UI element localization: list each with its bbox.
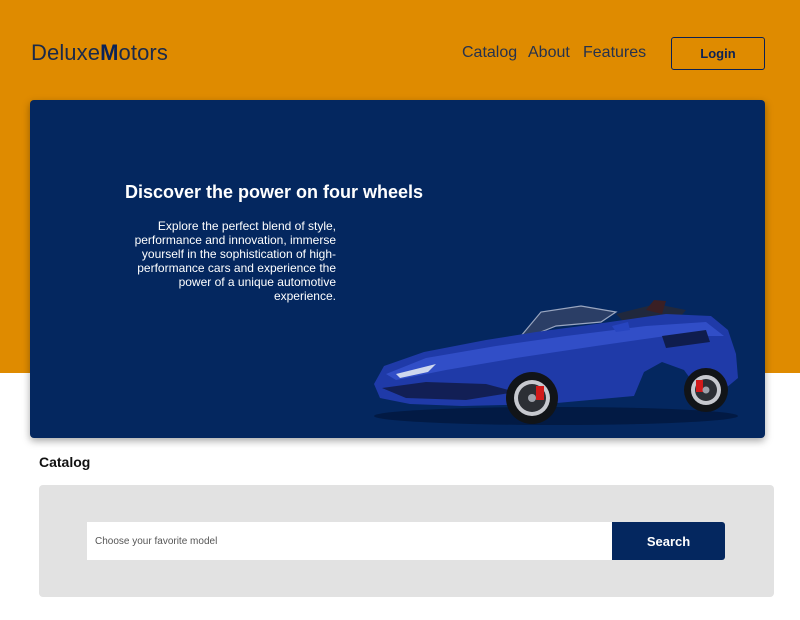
- nav-link-catalog[interactable]: Catalog: [462, 44, 517, 62]
- hero-description: Explore the perfect blend of style, perf…: [134, 219, 336, 303]
- search-button[interactable]: Search: [612, 522, 725, 560]
- hero-banner: Discover the power on four wheels Explor…: [30, 100, 765, 438]
- search-input[interactable]: [87, 522, 613, 560]
- sports-car-image: [374, 300, 738, 425]
- header: DeluxeMotors Catalog About Features Logi…: [0, 0, 800, 100]
- nav-link-about[interactable]: About: [528, 44, 570, 62]
- nav-link-features[interactable]: Features: [583, 44, 646, 62]
- hero-title: Discover the power on four wheels: [125, 182, 424, 202]
- logo[interactable]: DeluxeMotors: [31, 40, 168, 66]
- catalog-section-title: Catalog: [39, 454, 91, 470]
- logo-text-deluxe: Deluxe: [31, 40, 101, 65]
- logo-text-otors: otors: [118, 40, 168, 65]
- login-button[interactable]: Login: [671, 37, 765, 70]
- logo-text-m: M: [100, 40, 119, 65]
- search-panel: Search: [39, 485, 774, 597]
